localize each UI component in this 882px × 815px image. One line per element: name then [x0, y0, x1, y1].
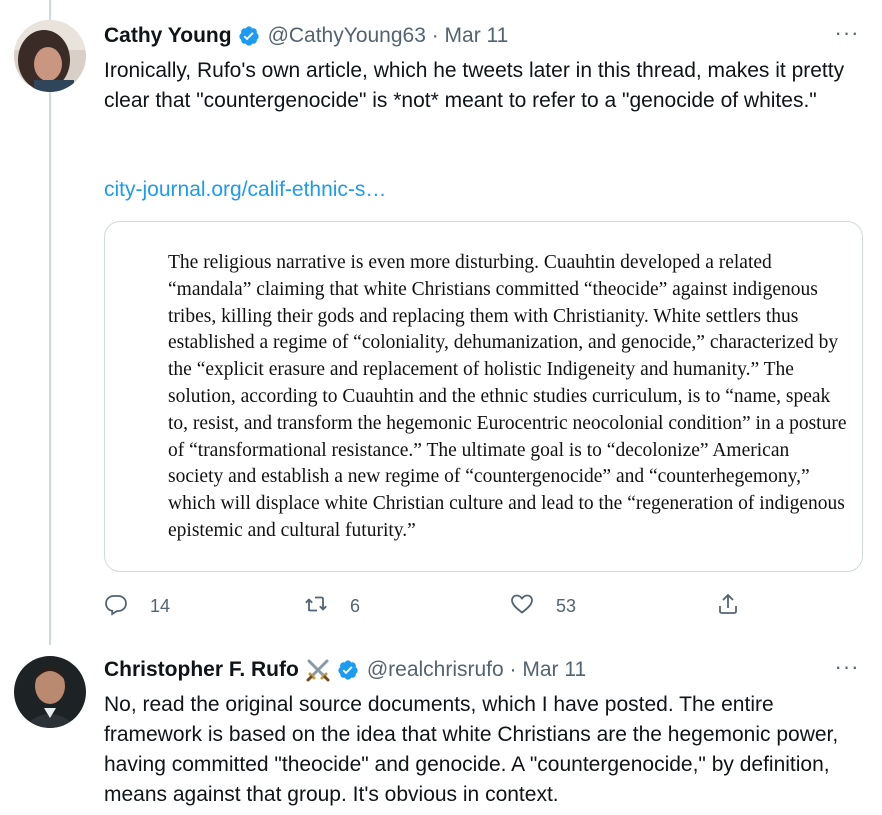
author-handle-date[interactable]: @realchrisrufo · Mar 11 [367, 658, 586, 682]
retweet-button[interactable]: 6 [304, 592, 360, 621]
tweet-image[interactable]: The religious narrative is even more dis… [104, 221, 863, 572]
reply-icon [104, 592, 128, 621]
tweet-text: No, read the original source documents, … [104, 693, 845, 806]
verified-badge-icon [238, 25, 260, 47]
like-icon [510, 592, 534, 621]
reply-button[interactable]: 14 [104, 592, 170, 621]
author-name[interactable]: Cathy Young [104, 24, 232, 48]
like-button[interactable]: 53 [510, 592, 576, 621]
avatar[interactable] [14, 656, 86, 728]
retweet-icon [304, 592, 328, 621]
verified-badge-icon [337, 659, 359, 681]
reply-count: 14 [150, 596, 171, 616]
retweet-count: 6 [350, 596, 361, 616]
share-icon [716, 592, 740, 621]
tweet-actions: 14 6 53 [104, 592, 744, 622]
image-quote-text: The religious narrative is even more dis… [168, 252, 847, 541]
tweet-text: Ironically, Rufo's own article, which he… [104, 59, 850, 112]
author-name[interactable]: Christopher F. Rufo [104, 658, 299, 682]
more-icon[interactable]: ··· [832, 656, 862, 684]
share-button[interactable] [716, 592, 740, 621]
tweet-christopher-rufo[interactable]: Christopher F. Rufo @realchrisrufo · Mar… [0, 640, 882, 815]
avatar[interactable] [14, 20, 86, 92]
tweet-cathy-young[interactable]: Cathy Young @CathyYoung63 · Mar 11 ··· I… [0, 0, 882, 640]
more-icon[interactable]: ··· [832, 22, 862, 50]
tweet-link[interactable]: city-journal.org/calif-ethnic-s… [104, 175, 864, 205]
tweet-header: Cathy Young @CathyYoung63 · Mar 11 [104, 22, 508, 50]
author-handle-date[interactable]: @CathyYoung63 · Mar 11 [268, 24, 509, 48]
crossed-swords-icon [305, 657, 331, 683]
tweet-header: Christopher F. Rufo @realchrisrufo · Mar… [104, 656, 586, 684]
like-count: 53 [556, 596, 577, 616]
